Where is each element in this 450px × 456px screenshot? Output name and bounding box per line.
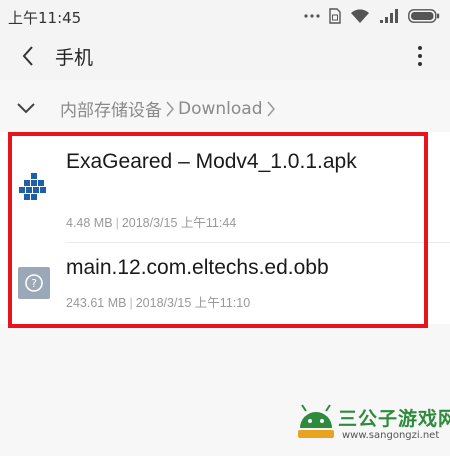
signal-icon	[380, 8, 398, 23]
apk-app-icon	[19, 173, 46, 200]
file-size: 243.61 MB	[66, 296, 127, 310]
watermark-url: www.sangongzi.net	[342, 430, 440, 441]
list-item[interactable]: ? main.12.com.eltechs.ed.obb 243.61 MB | 2…	[0, 242, 450, 324]
app-header: 手机	[0, 32, 450, 80]
breadcrumb-item-download[interactable]: Download	[178, 99, 263, 119]
back-arrow-icon	[22, 46, 33, 66]
unknown-file-icon: ?	[18, 267, 50, 299]
file-datetime: 2018/3/15 上午11:44	[121, 216, 237, 230]
collapse-button[interactable]	[14, 98, 38, 118]
file-datetime: 2018/3/15 上午11:10	[135, 296, 251, 310]
sim-icon	[329, 8, 341, 24]
chevron-down-icon	[17, 103, 35, 114]
chevron-right-icon	[165, 100, 175, 118]
status-time: 上午11:45	[8, 9, 82, 27]
more-options-button[interactable]	[412, 42, 428, 70]
status-bar: 上午11:45	[0, 0, 450, 32]
list-item[interactable]: ExaGeared – Modv4_1.0.1.apk 4.48 MB | 2018…	[0, 132, 450, 243]
file-meta: 243.61 MB | 2018/3/15 上午11:10	[66, 296, 251, 310]
breadcrumb-path: 内部存储设备 Download	[60, 96, 279, 121]
breadcrumb: 内部存储设备 Download	[0, 88, 450, 126]
chevron-right-icon	[266, 100, 276, 118]
back-button[interactable]	[14, 42, 42, 70]
more-vert-icon	[418, 46, 422, 50]
page-title: 手机	[55, 47, 94, 69]
android-logo-icon	[298, 404, 334, 438]
battery-icon	[408, 9, 440, 23]
svg-text:?: ?	[31, 277, 37, 290]
file-name: ExaGeared – Modv4_1.0.1.apk	[66, 150, 357, 173]
file-list: ExaGeared – Modv4_1.0.1.apk 4.48 MB | 2018…	[0, 132, 450, 324]
file-size: 4.48 MB	[66, 216, 113, 230]
watermark: 三公子游戏网 www.sangongzi.net	[294, 396, 450, 452]
file-name: main.12.com.eltechs.ed.obb	[66, 256, 329, 279]
status-icons	[304, 6, 440, 26]
watermark-title: 三公子游戏网	[338, 408, 450, 430]
wifi-icon	[351, 8, 369, 23]
more-dots-icon	[304, 14, 320, 18]
breadcrumb-item-internal-storage[interactable]: 内部存储设备	[60, 96, 162, 121]
file-meta: 4.48 MB | 2018/3/15 上午11:44	[66, 216, 237, 230]
